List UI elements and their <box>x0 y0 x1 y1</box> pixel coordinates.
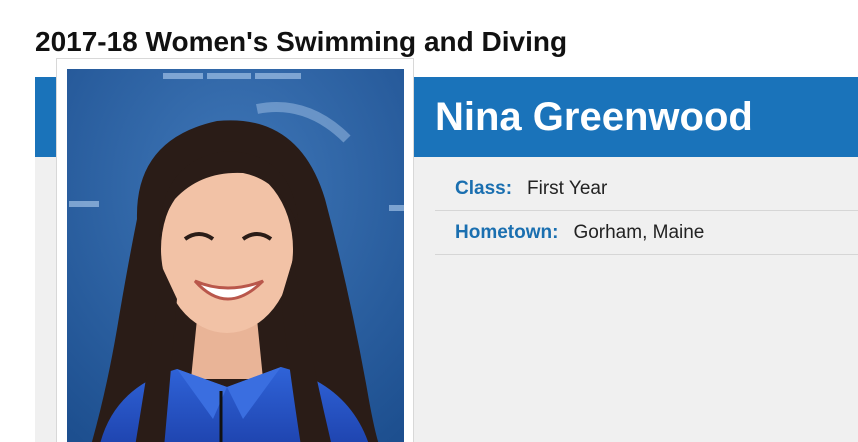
hometown-value: Gorham, Maine <box>573 221 705 243</box>
athlete-portrait-icon <box>67 69 404 442</box>
roster-page: 2017-18 Women's Swimming and Diving Nina… <box>0 0 858 442</box>
class-value: First Year <box>527 177 608 199</box>
athlete-name: Nina Greenwood <box>435 95 753 139</box>
photo-frame <box>56 58 414 442</box>
class-row: Class: First Year <box>435 167 858 211</box>
class-label: Class: <box>455 177 513 199</box>
hometown-label: Hometown: <box>455 221 559 243</box>
athlete-photo <box>67 69 404 442</box>
hometown-row: Hometown: Gorham, Maine <box>435 211 858 255</box>
page-title: 2017-18 Women's Swimming and Diving <box>35 26 568 57</box>
